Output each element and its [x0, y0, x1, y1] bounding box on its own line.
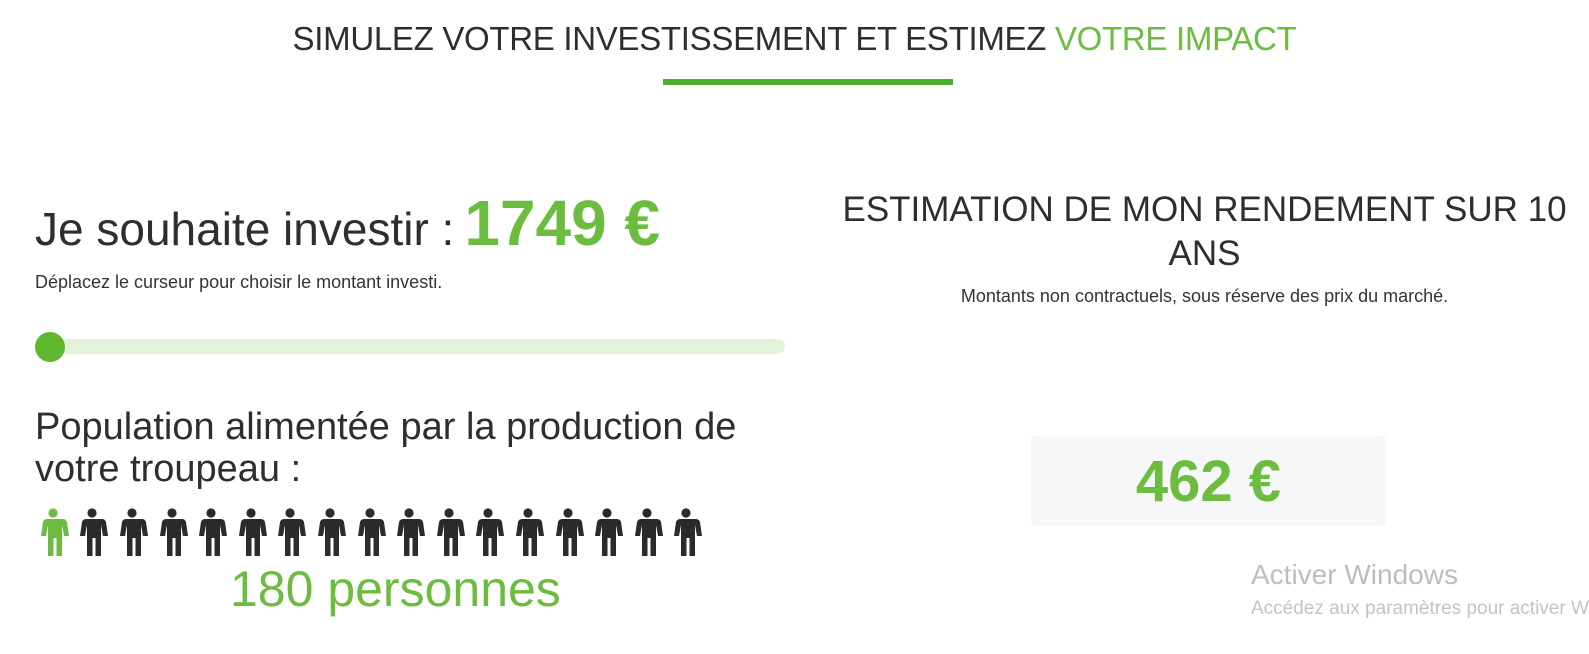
investment-amount: 1749 €	[464, 187, 661, 259]
person-icon	[152, 508, 192, 556]
person-icon	[191, 508, 231, 556]
slider-thumb[interactable]	[35, 332, 65, 362]
population-title: Population alimentée par la production d…	[35, 406, 737, 490]
person-icon	[389, 508, 429, 556]
people-count: 180 personnes	[230, 561, 561, 617]
person-icon	[508, 508, 548, 556]
estimate-note: Montants non contractuels, sous réserve …	[960, 286, 1449, 306]
person-icon	[112, 508, 152, 556]
person-icon	[73, 508, 113, 556]
investment-label: Je souhaite investir :	[35, 203, 455, 255]
estimate-title: ESTIMATION DE MON RENDEMENT SUR 10 ANS	[842, 190, 1567, 273]
person-icon	[271, 508, 311, 556]
page-title-main: SIMULEZ VOTRE INVESTISSEMENT ET ESTIMEZ	[292, 20, 1047, 57]
person-icon	[627, 508, 667, 556]
person-icon	[429, 508, 469, 556]
person-icon	[33, 508, 73, 556]
person-icon	[667, 508, 707, 556]
page-title-accent: VOTRE IMPACT	[1054, 20, 1297, 57]
investment-slider[interactable]	[35, 339, 785, 354]
person-icon	[469, 508, 509, 556]
person-icon	[548, 508, 588, 556]
person-icon	[587, 508, 627, 556]
investment-amount-row: Je souhaite investir : 1749 €	[35, 186, 660, 260]
person-icon	[231, 508, 271, 556]
estimate-result-box: 462 €	[1031, 436, 1386, 526]
person-icon	[350, 508, 390, 556]
page-title: SIMULEZ VOTRE INVESTISSEMENT ET ESTIMEZ …	[0, 20, 1589, 58]
title-underline	[663, 79, 953, 85]
slider-hint: Déplacez le curseur pour choisir le mont…	[35, 272, 443, 292]
windows-activation-subtitle: Accédez aux paramètres pour activer Wind…	[1251, 598, 1589, 619]
windows-activation-title: Activer Windows	[1251, 559, 1458, 590]
person-icon	[310, 508, 350, 556]
people-icons	[33, 508, 706, 556]
estimate-value: 462 €	[1135, 448, 1282, 514]
